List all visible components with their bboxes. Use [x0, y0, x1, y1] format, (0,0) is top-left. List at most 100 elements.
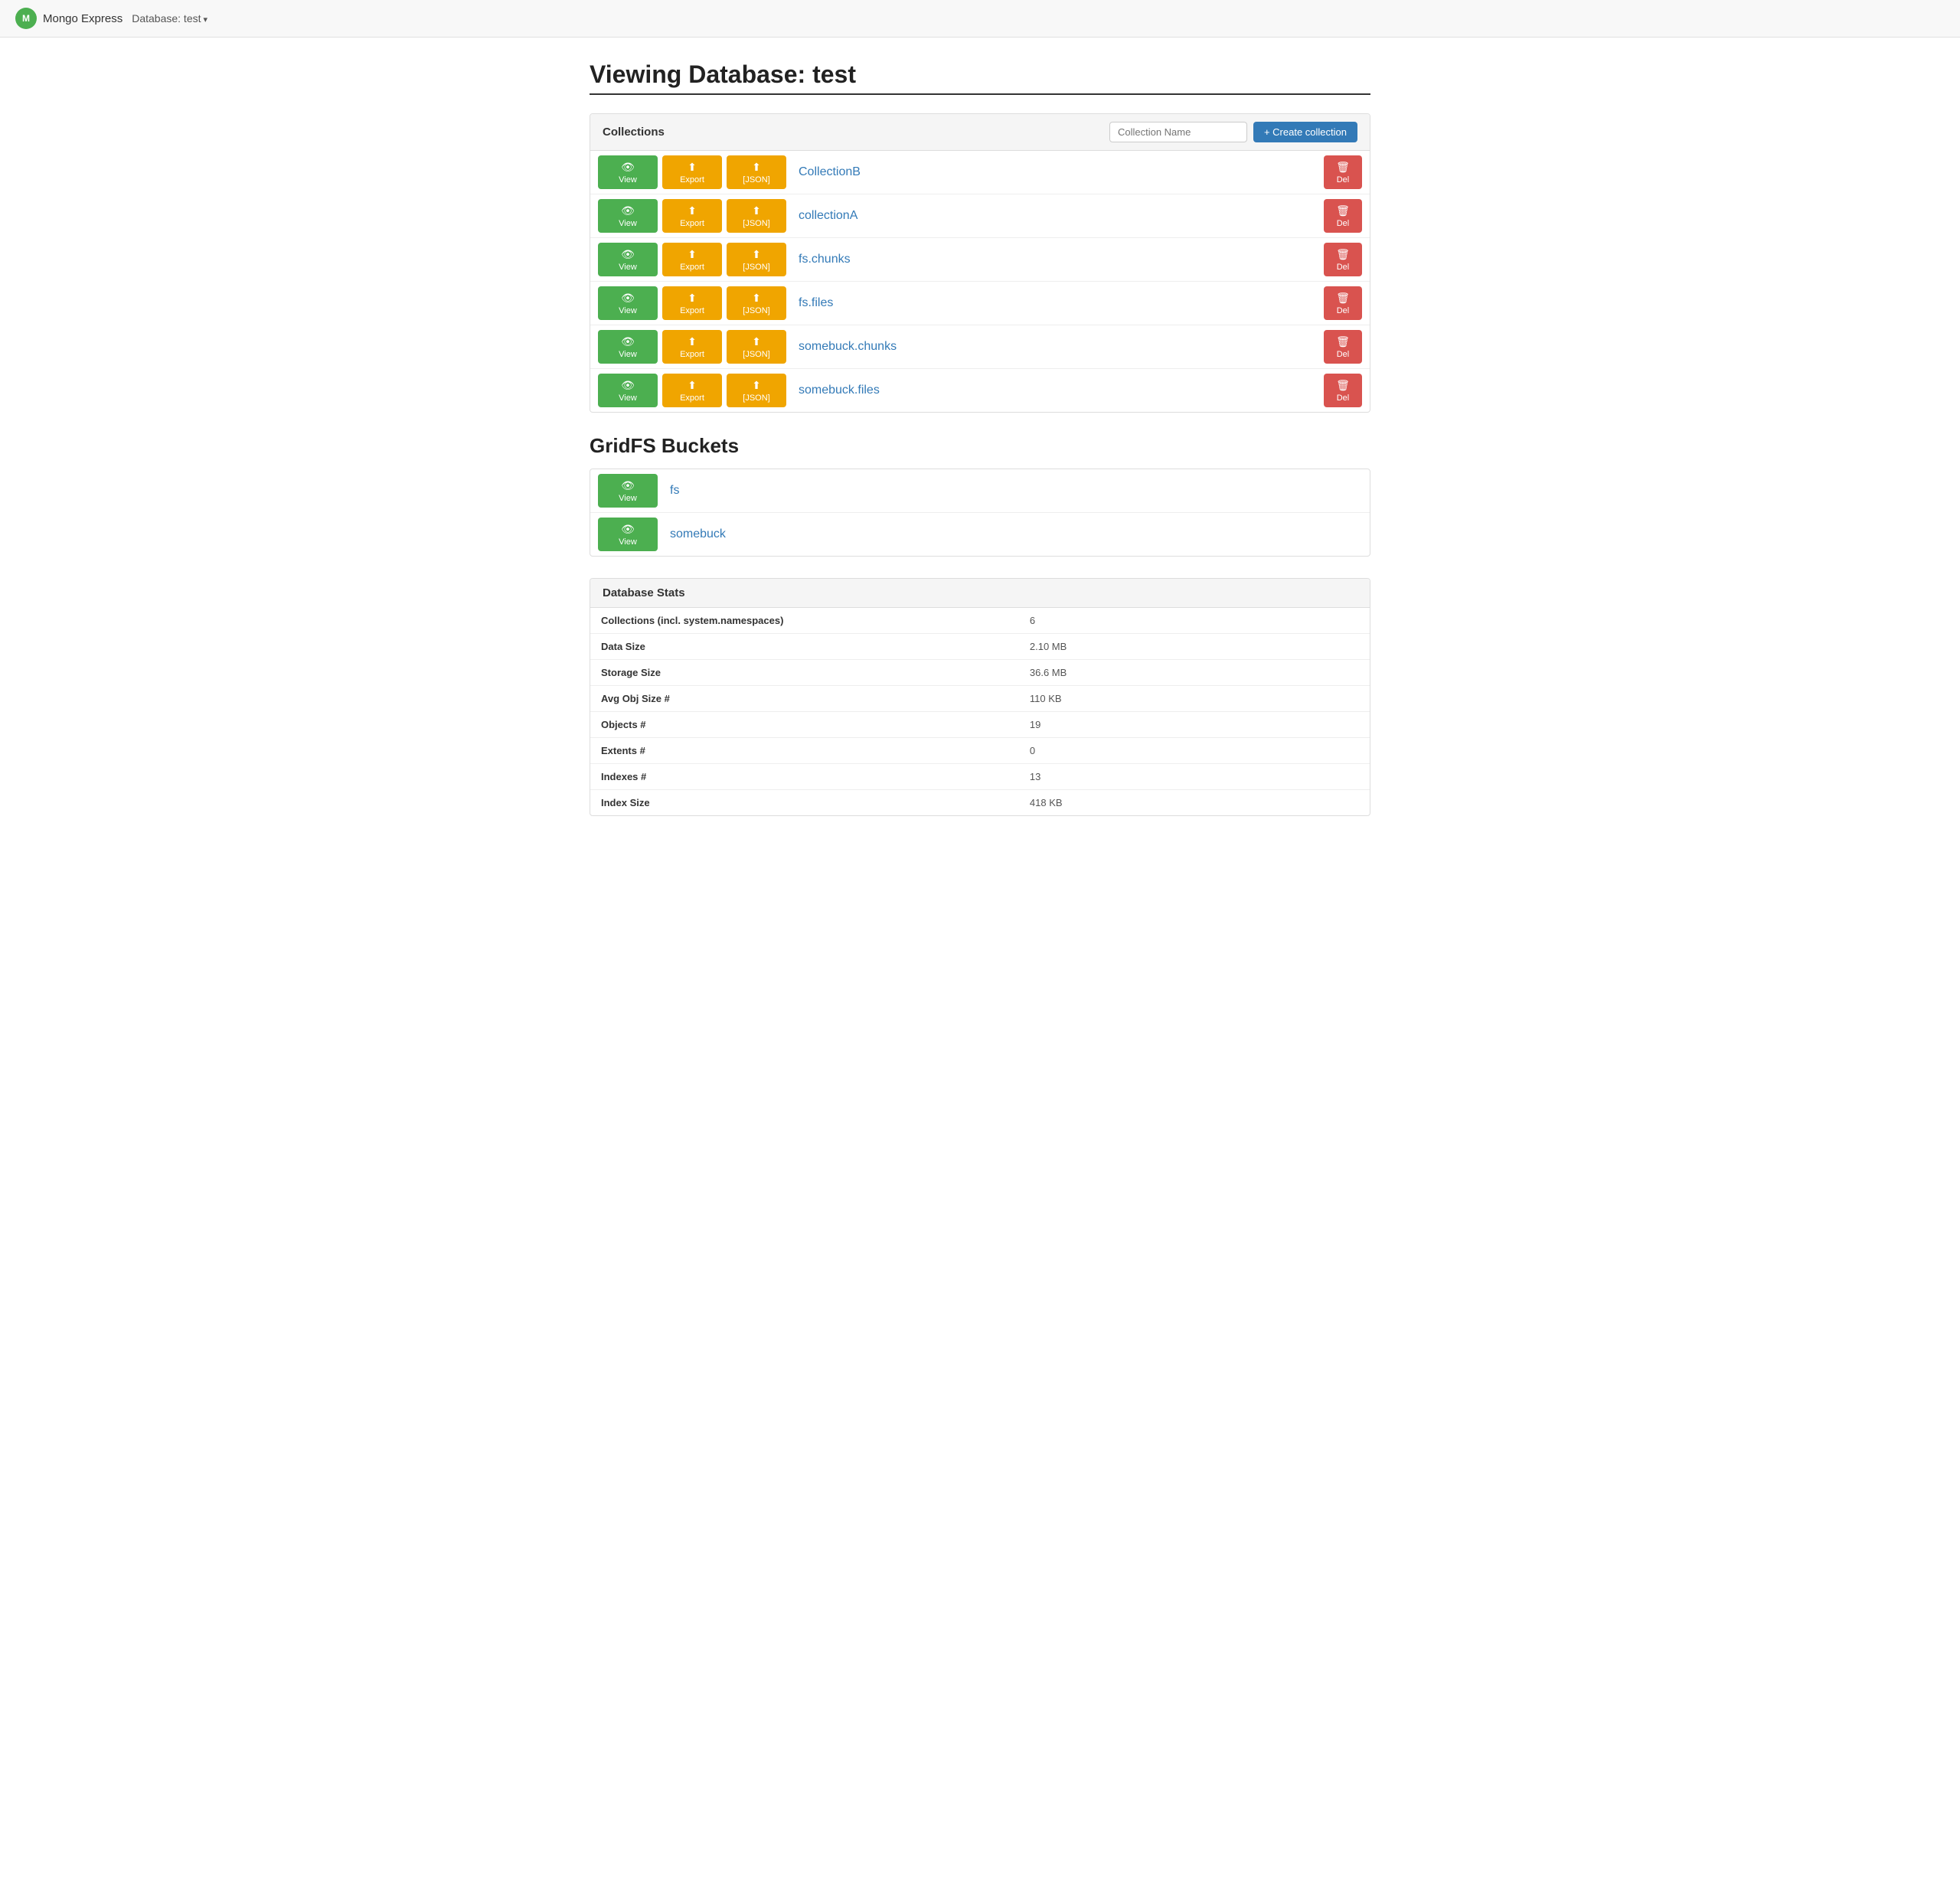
del-button-2[interactable]: 🗑 Del [1324, 243, 1362, 276]
del-label: Del [1337, 350, 1350, 359]
view-label: View [619, 393, 637, 403]
trash-icon: 🗑 [1336, 292, 1350, 305]
export-label: Export [680, 393, 704, 403]
json-label: [JSON] [743, 393, 769, 403]
stats-value-0: 6 [1019, 608, 1370, 634]
del-label: Del [1337, 263, 1350, 272]
collections-panel: Collections + Create collection 👁 View ⬆… [590, 113, 1370, 413]
collections-panel-heading: Collections + Create collection [590, 114, 1370, 151]
collection-row: 👁 View ⬆ Export ⬆ [JSON] fs.chunks 🗑 Del [590, 238, 1370, 282]
del-button-3[interactable]: 🗑 Del [1324, 286, 1362, 320]
view-button-2[interactable]: 👁 View [598, 243, 658, 276]
json-button-0[interactable]: ⬆ [JSON] [727, 155, 786, 189]
brand: M Mongo Express [15, 8, 122, 29]
json-button-4[interactable]: ⬆ [JSON] [727, 330, 786, 364]
collection-name-link-0[interactable]: CollectionB [791, 165, 1319, 179]
collection-row: 👁 View ⬆ Export ⬆ [JSON] collectionA 🗑 D… [590, 194, 1370, 238]
collection-name-link-3[interactable]: fs.files [791, 296, 1319, 310]
json-label: [JSON] [743, 219, 769, 228]
view-button-3[interactable]: 👁 View [598, 286, 658, 320]
del-label: Del [1337, 219, 1350, 228]
export-icon: ⬆ [688, 379, 697, 392]
json-icon: ⬆ [752, 204, 761, 217]
export-label: Export [680, 219, 704, 228]
view-label: View [619, 306, 637, 315]
stats-label-4: Objects # [590, 712, 1019, 738]
eye-icon: 👁 [621, 292, 635, 305]
json-button-2[interactable]: ⬆ [JSON] [727, 243, 786, 276]
export-label: Export [680, 350, 704, 359]
export-button-1[interactable]: ⬆ Export [662, 199, 722, 233]
del-button-1[interactable]: 🗑 Del [1324, 199, 1362, 233]
view-button-0[interactable]: 👁 View [598, 155, 658, 189]
collection-name-link-2[interactable]: fs.chunks [791, 253, 1319, 266]
gridfs-panel: 👁 View fs 👁 View somebuck [590, 469, 1370, 557]
create-collection-button[interactable]: + Create collection [1253, 122, 1357, 142]
collection-name-link-5[interactable]: somebuck.files [791, 384, 1319, 397]
export-label: Export [680, 175, 704, 185]
stats-row: Data Size 2.10 MB [590, 634, 1370, 660]
db-selector[interactable]: Database: test [132, 12, 207, 24]
stats-value-4: 19 [1019, 712, 1370, 738]
json-button-3[interactable]: ⬆ [JSON] [727, 286, 786, 320]
export-label: Export [680, 263, 704, 272]
eye-icon: 👁 [621, 379, 635, 392]
bucket-view-button-1[interactable]: 👁 View [598, 518, 658, 551]
stats-row: Index Size 418 KB [590, 790, 1370, 816]
bucket-name-link-1[interactable]: somebuck [662, 527, 1362, 541]
export-icon: ⬆ [688, 335, 697, 348]
export-button-5[interactable]: ⬆ Export [662, 374, 722, 407]
bucket-view-button-0[interactable]: 👁 View [598, 474, 658, 508]
stats-label-1: Data Size [590, 634, 1019, 660]
stats-value-7: 418 KB [1019, 790, 1370, 816]
json-icon: ⬆ [752, 335, 761, 348]
collection-row: 👁 View ⬆ Export ⬆ [JSON] CollectionB 🗑 D… [590, 151, 1370, 194]
view-button-4[interactable]: 👁 View [598, 330, 658, 364]
stats-label-5: Extents # [590, 738, 1019, 764]
del-button-4[interactable]: 🗑 Del [1324, 330, 1362, 364]
collections-panel-title: Collections [603, 126, 665, 139]
view-label: View [619, 350, 637, 359]
eye-icon: 👁 [621, 335, 635, 348]
export-label: Export [680, 306, 704, 315]
export-button-0[interactable]: ⬆ Export [662, 155, 722, 189]
brand-label: Mongo Express [43, 12, 122, 25]
stats-label-6: Indexes # [590, 764, 1019, 790]
collection-name-input[interactable] [1109, 122, 1247, 142]
stats-tbody: Collections (incl. system.namespaces) 6 … [590, 608, 1370, 815]
page-title-divider [590, 93, 1370, 95]
del-button-0[interactable]: 🗑 Del [1324, 155, 1362, 189]
view-button-5[interactable]: 👁 View [598, 374, 658, 407]
trash-icon: 🗑 [1336, 335, 1350, 348]
export-button-2[interactable]: ⬆ Export [662, 243, 722, 276]
stats-value-5: 0 [1019, 738, 1370, 764]
json-button-5[interactable]: ⬆ [JSON] [727, 374, 786, 407]
bucket-row: 👁 View fs [590, 469, 1370, 513]
stats-label-2: Storage Size [590, 660, 1019, 686]
export-button-4[interactable]: ⬆ Export [662, 330, 722, 364]
collection-row: 👁 View ⬆ Export ⬆ [JSON] fs.files 🗑 Del [590, 282, 1370, 325]
export-button-3[interactable]: ⬆ Export [662, 286, 722, 320]
stats-row: Extents # 0 [590, 738, 1370, 764]
mongo-icon: M [15, 8, 37, 29]
json-button-1[interactable]: ⬆ [JSON] [727, 199, 786, 233]
view-button-1[interactable]: 👁 View [598, 199, 658, 233]
eye-icon: 👁 [621, 161, 635, 174]
export-icon: ⬆ [688, 292, 697, 305]
collection-name-link-1[interactable]: collectionA [791, 209, 1319, 223]
gridfs-section-title: GridFS Buckets [590, 434, 1370, 458]
del-button-5[interactable]: 🗑 Del [1324, 374, 1362, 407]
collection-row: 👁 View ⬆ Export ⬆ [JSON] somebuck.files … [590, 369, 1370, 412]
eye-icon: 👁 [621, 523, 635, 536]
stats-value-3: 110 KB [1019, 686, 1370, 712]
view-label: View [619, 263, 637, 272]
collections-list: 👁 View ⬆ Export ⬆ [JSON] CollectionB 🗑 D… [590, 151, 1370, 412]
json-icon: ⬆ [752, 292, 761, 305]
page-title: Viewing Database: test [590, 60, 1370, 89]
stats-row: Avg Obj Size # 110 KB [590, 686, 1370, 712]
collection-name-link-4[interactable]: somebuck.chunks [791, 340, 1319, 354]
stats-row: Indexes # 13 [590, 764, 1370, 790]
bucket-name-link-0[interactable]: fs [662, 484, 1362, 498]
bucket-row: 👁 View somebuck [590, 513, 1370, 556]
json-icon: ⬆ [752, 248, 761, 261]
